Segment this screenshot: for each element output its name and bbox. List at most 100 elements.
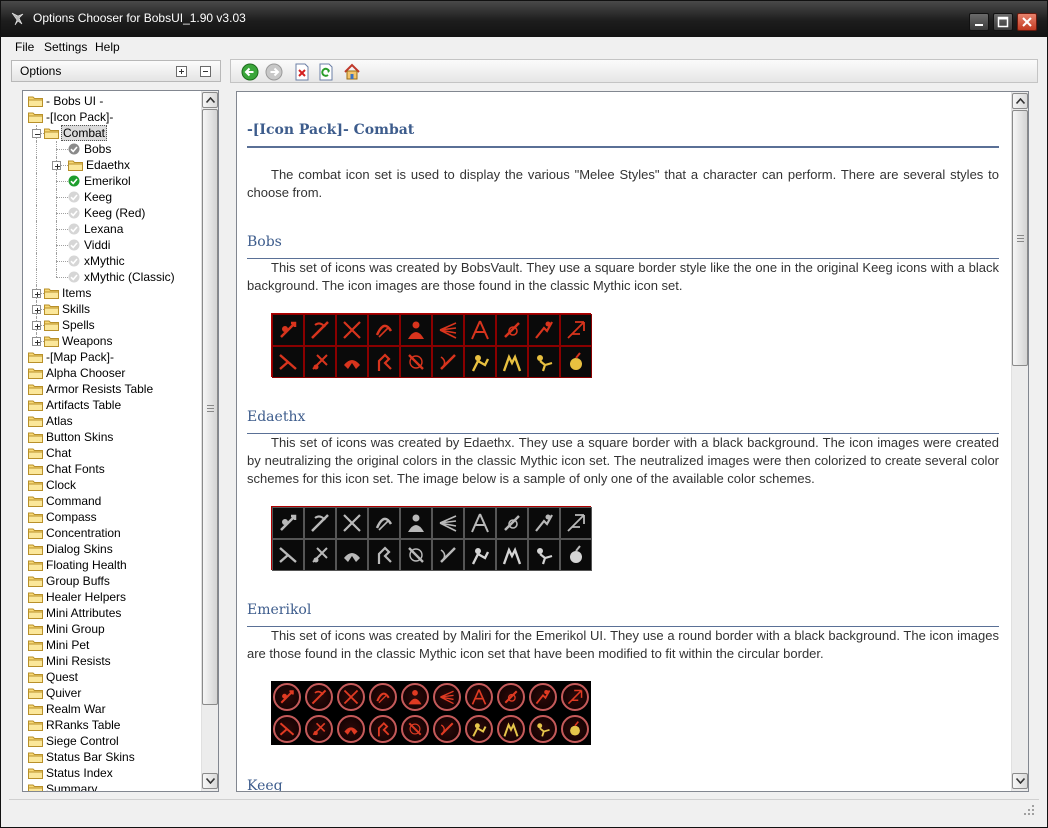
menu-file[interactable]: File — [15, 40, 34, 54]
tree-item-label: Keeg (Red) — [84, 206, 146, 220]
tree-item[interactable]: Mini Attributes — [23, 605, 201, 621]
collapse-node-button[interactable] — [32, 129, 41, 138]
tree-item[interactable]: xMythic (Classic) — [23, 269, 201, 285]
tree-item[interactable]: Weapons — [23, 333, 201, 349]
tree-item[interactable]: - Bobs UI - — [23, 93, 201, 109]
tree-item[interactable]: Items — [23, 285, 201, 301]
tree-item[interactable]: Siege Control — [23, 733, 201, 749]
tree-item[interactable]: Quest — [23, 669, 201, 685]
tree-item-label: -[Map Pack]- — [46, 350, 115, 364]
tree-item[interactable]: Spells — [23, 317, 201, 333]
tree-item[interactable]: Armor Resists Table — [23, 381, 201, 397]
tree-item[interactable]: Mini Group — [23, 621, 201, 637]
tree-item[interactable]: xMythic — [23, 253, 201, 269]
tree-item[interactable]: Clock — [23, 477, 201, 493]
melee-style-icon — [535, 690, 551, 705]
tree-item[interactable]: Floating Health — [23, 557, 201, 573]
collapse-all-button[interactable] — [200, 66, 211, 77]
refresh-button[interactable] — [317, 63, 335, 81]
tree-scroll-up-button[interactable] — [202, 92, 218, 108]
content-scrollbar[interactable] — [1011, 92, 1028, 791]
tree-item[interactable]: Bobs — [23, 141, 201, 157]
back-button[interactable] — [241, 63, 259, 81]
tree-item[interactable]: Artifacts Table — [23, 397, 201, 413]
expand-node-button[interactable] — [52, 161, 61, 170]
tree-item-label: Emerikol — [84, 174, 131, 188]
tree-item[interactable]: Lexana — [23, 221, 201, 237]
melee-style-icon — [408, 354, 424, 370]
tree-item[interactable]: Dialog Skins — [23, 541, 201, 557]
expand-node-button[interactable] — [32, 337, 41, 346]
melee-style-icon — [537, 723, 550, 737]
tree-scroll-down-button[interactable] — [202, 773, 218, 789]
melee-style-icon — [279, 354, 297, 370]
tree-scroll-thumb[interactable] — [202, 109, 218, 705]
folder-icon — [28, 464, 43, 475]
tree-item[interactable]: Button Skins — [23, 429, 201, 445]
combat-style-icon — [336, 346, 368, 378]
tree-item[interactable]: Summary — [23, 781, 201, 791]
tree-item[interactable]: Mini Resists — [23, 653, 201, 669]
tree-item[interactable]: -[Map Pack]- — [23, 349, 201, 365]
home-button[interactable] — [343, 63, 361, 81]
resize-grip-icon[interactable] — [1023, 804, 1035, 816]
tree-item[interactable]: Compass — [23, 509, 201, 525]
tree-item[interactable]: Healer Helpers — [23, 589, 201, 605]
maximize-button[interactable] — [993, 13, 1013, 31]
tree-item[interactable]: Emerikol — [23, 173, 201, 189]
content-viewer[interactable]: -[Icon Pack]- Combat The combat icon set… — [236, 91, 1029, 792]
content-scroll-up-button[interactable] — [1012, 93, 1028, 109]
content-scroll-thumb[interactable] — [1012, 110, 1028, 366]
tree-item[interactable]: Quiver — [23, 685, 201, 701]
tree-item[interactable]: Status Index — [23, 765, 201, 781]
tree-item[interactable]: Atlas — [23, 413, 201, 429]
expand-node-button[interactable] — [32, 321, 41, 330]
tree-item[interactable]: Viddi — [23, 237, 201, 253]
tree-item[interactable]: Group Buffs — [23, 573, 201, 589]
melee-style-icon — [471, 320, 489, 340]
stop-button[interactable] — [293, 63, 311, 81]
tree-item[interactable]: Concentration — [23, 525, 201, 541]
tree-item[interactable]: Chat Fonts — [23, 461, 201, 477]
tree-item[interactable]: Combat — [23, 125, 201, 141]
tree-item[interactable]: Mini Pet — [23, 637, 201, 653]
expand-node-button[interactable] — [32, 289, 41, 298]
plus-icon — [179, 69, 184, 74]
title-bar[interactable]: Options Chooser for BobsUI_1.90 v3.03 — [1, 1, 1047, 37]
tree-item[interactable]: Status Bar Skins — [23, 749, 201, 765]
close-button[interactable] — [1017, 13, 1037, 31]
tree-item[interactable]: -[Icon Pack]- — [23, 109, 201, 125]
combat-style-icon — [560, 507, 592, 539]
tree-item[interactable]: Keeg — [23, 189, 201, 205]
melee-style-icon — [311, 514, 329, 532]
tree-item-label: RRanks Table — [46, 718, 121, 732]
tree-item[interactable]: Realm War — [23, 701, 201, 717]
expand-all-button[interactable] — [176, 66, 187, 77]
melee-style-icon — [343, 321, 361, 339]
tree-item[interactable]: Skills — [23, 301, 201, 317]
combat-style-icon — [368, 346, 400, 378]
options-tree[interactable]: - Bobs UI - -[Icon Pack]- Combat Bobs Edaeth… — [22, 90, 219, 792]
tree-item[interactable]: Keeg (Red) — [23, 205, 201, 221]
melee-style-icon — [535, 514, 553, 532]
melee-style-icon — [377, 353, 392, 371]
tree-item[interactable]: Chat — [23, 445, 201, 461]
tree-scrollbar[interactable] — [201, 91, 218, 791]
menu-help[interactable]: Help — [95, 40, 120, 54]
expand-node-button[interactable] — [32, 305, 41, 314]
minimize-button[interactable] — [969, 13, 989, 31]
content-scroll-down-button[interactable] — [1012, 773, 1028, 789]
close-icon — [1022, 17, 1032, 27]
combat-style-icon — [432, 314, 464, 346]
combat-style-icon — [528, 346, 560, 378]
arrow-right-gray-icon — [265, 63, 283, 81]
tree-item[interactable]: Alpha Chooser — [23, 365, 201, 381]
tree-item[interactable]: RRanks Table — [23, 717, 201, 733]
forward-button[interactable] — [265, 63, 283, 81]
tree-item[interactable]: Command — [23, 493, 201, 509]
menu-settings[interactable]: Settings — [44, 40, 87, 54]
melee-style-icon — [471, 513, 489, 533]
tree-item[interactable]: Edaethx — [23, 157, 201, 173]
melee-style-icon — [472, 723, 487, 737]
combat-style-icon — [368, 314, 400, 346]
